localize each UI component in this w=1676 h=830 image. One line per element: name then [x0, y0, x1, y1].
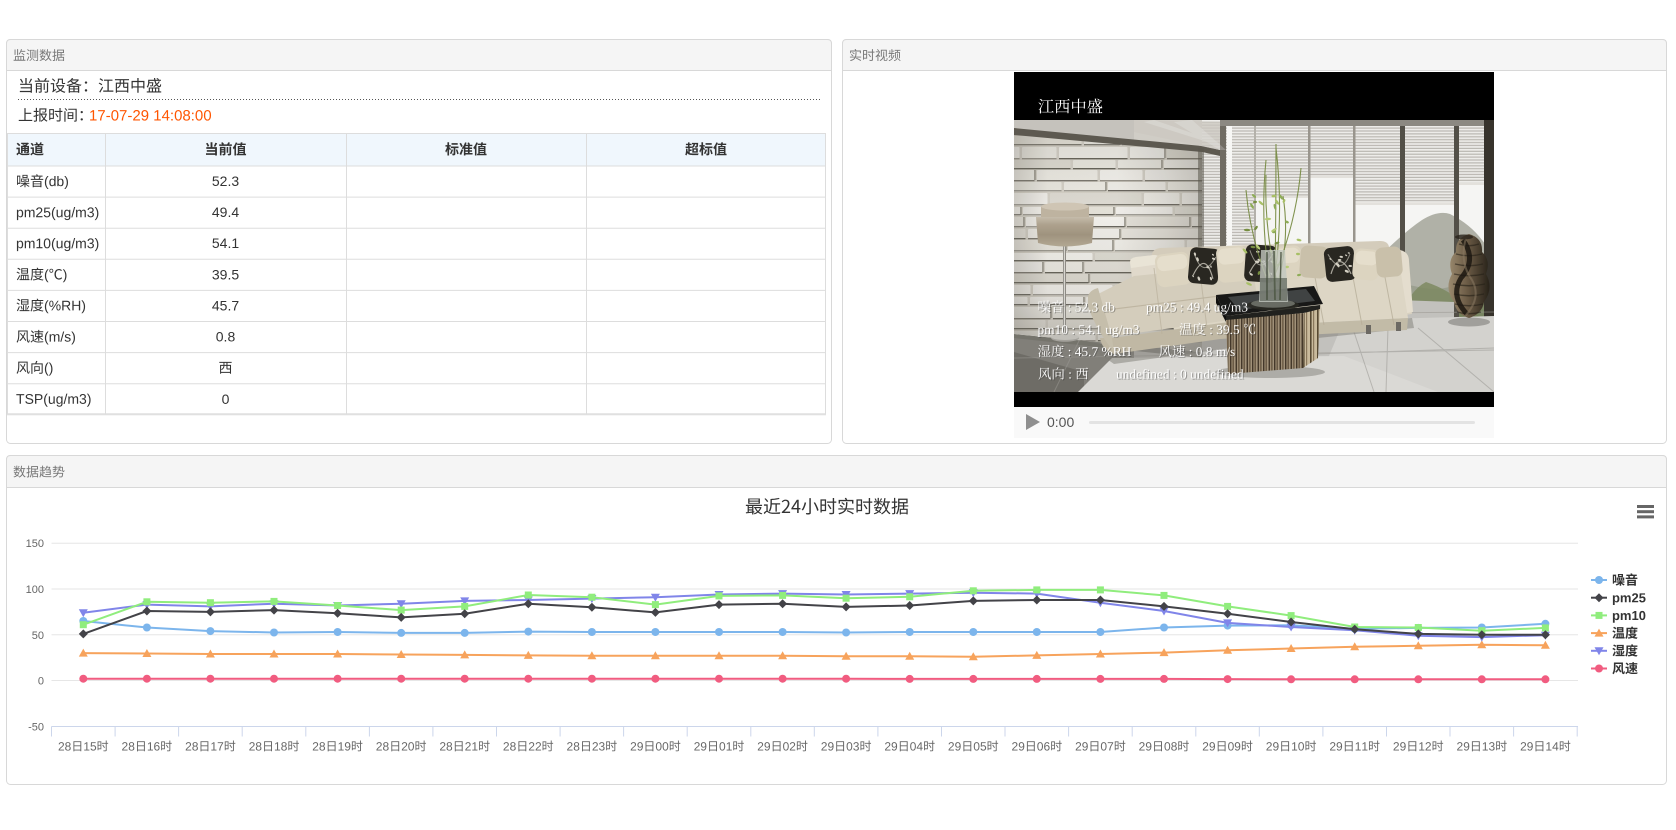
svg-text:54.1: 54.1	[212, 235, 239, 251]
svg-text:0:00: 0:00	[1047, 414, 1074, 430]
svg-text:100: 100	[26, 584, 44, 596]
svg-text:150: 150	[26, 538, 44, 550]
svg-text:45.7: 45.7	[212, 297, 239, 313]
svg-text:0: 0	[38, 676, 44, 688]
svg-text:49.4: 49.4	[212, 204, 239, 220]
svg-text:0: 0	[222, 391, 230, 407]
svg-text:52.3: 52.3	[212, 173, 239, 189]
svg-text:-50: -50	[28, 721, 44, 733]
svg-text:39.5: 39.5	[212, 266, 239, 282]
svg-text:0.8: 0.8	[216, 329, 236, 345]
svg-text:50: 50	[32, 630, 44, 642]
